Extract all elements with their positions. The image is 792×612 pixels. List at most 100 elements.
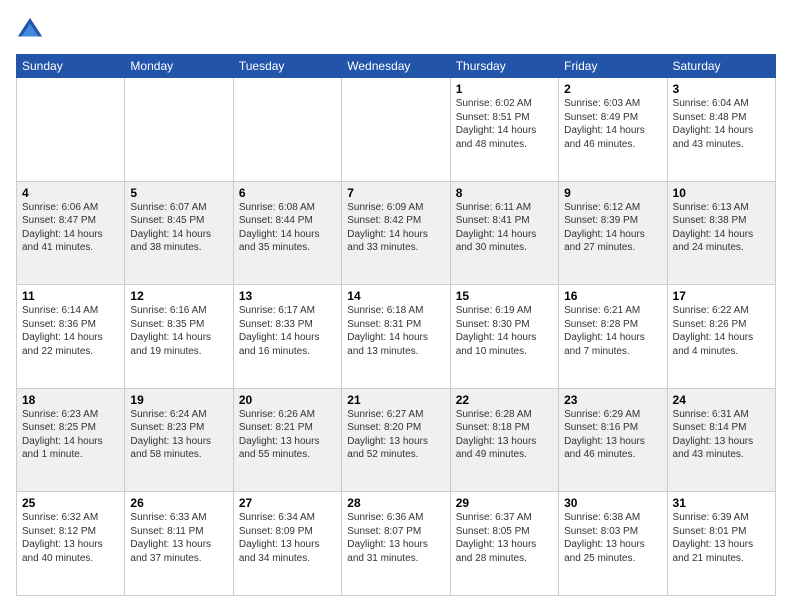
day-number: 10 bbox=[673, 186, 770, 200]
day-info: Sunrise: 6:38 AM Sunset: 8:03 PM Dayligh… bbox=[564, 511, 661, 565]
day-info: Sunrise: 6:29 AM Sunset: 8:16 PM Dayligh… bbox=[564, 408, 661, 462]
day-number: 27 bbox=[239, 496, 336, 510]
day-number: 14 bbox=[347, 289, 444, 303]
day-number: 26 bbox=[130, 496, 227, 510]
day-info: Sunrise: 6:11 AM Sunset: 8:41 PM Dayligh… bbox=[456, 201, 553, 255]
day-number: 20 bbox=[239, 393, 336, 407]
day-cell bbox=[233, 78, 341, 182]
day-cell: 2Sunrise: 6:03 AM Sunset: 8:49 PM Daylig… bbox=[559, 78, 667, 182]
calendar-header: SundayMondayTuesdayWednesdayThursdayFrid… bbox=[17, 55, 776, 78]
weekday-header-wednesday: Wednesday bbox=[342, 55, 450, 78]
week-row-1: 1Sunrise: 6:02 AM Sunset: 8:51 PM Daylig… bbox=[17, 78, 776, 182]
day-info: Sunrise: 6:07 AM Sunset: 8:45 PM Dayligh… bbox=[130, 201, 227, 255]
day-number: 30 bbox=[564, 496, 661, 510]
day-info: Sunrise: 6:03 AM Sunset: 8:49 PM Dayligh… bbox=[564, 97, 661, 151]
day-info: Sunrise: 6:02 AM Sunset: 8:51 PM Dayligh… bbox=[456, 97, 553, 151]
day-number: 13 bbox=[239, 289, 336, 303]
day-info: Sunrise: 6:27 AM Sunset: 8:20 PM Dayligh… bbox=[347, 408, 444, 462]
week-row-3: 11Sunrise: 6:14 AM Sunset: 8:36 PM Dayli… bbox=[17, 285, 776, 389]
day-number: 4 bbox=[22, 186, 119, 200]
day-cell: 8Sunrise: 6:11 AM Sunset: 8:41 PM Daylig… bbox=[450, 181, 558, 285]
day-cell: 6Sunrise: 6:08 AM Sunset: 8:44 PM Daylig… bbox=[233, 181, 341, 285]
day-info: Sunrise: 6:28 AM Sunset: 8:18 PM Dayligh… bbox=[456, 408, 553, 462]
day-number: 22 bbox=[456, 393, 553, 407]
day-info: Sunrise: 6:17 AM Sunset: 8:33 PM Dayligh… bbox=[239, 304, 336, 358]
day-cell: 27Sunrise: 6:34 AM Sunset: 8:09 PM Dayli… bbox=[233, 492, 341, 596]
day-number: 25 bbox=[22, 496, 119, 510]
logo bbox=[16, 16, 48, 44]
day-info: Sunrise: 6:24 AM Sunset: 8:23 PM Dayligh… bbox=[130, 408, 227, 462]
day-info: Sunrise: 6:33 AM Sunset: 8:11 PM Dayligh… bbox=[130, 511, 227, 565]
day-info: Sunrise: 6:26 AM Sunset: 8:21 PM Dayligh… bbox=[239, 408, 336, 462]
day-cell: 10Sunrise: 6:13 AM Sunset: 8:38 PM Dayli… bbox=[667, 181, 775, 285]
day-cell: 1Sunrise: 6:02 AM Sunset: 8:51 PM Daylig… bbox=[450, 78, 558, 182]
weekday-header-tuesday: Tuesday bbox=[233, 55, 341, 78]
day-cell: 20Sunrise: 6:26 AM Sunset: 8:21 PM Dayli… bbox=[233, 388, 341, 492]
day-number: 7 bbox=[347, 186, 444, 200]
day-info: Sunrise: 6:04 AM Sunset: 8:48 PM Dayligh… bbox=[673, 97, 770, 151]
week-row-2: 4Sunrise: 6:06 AM Sunset: 8:47 PM Daylig… bbox=[17, 181, 776, 285]
day-number: 15 bbox=[456, 289, 553, 303]
day-number: 19 bbox=[130, 393, 227, 407]
day-cell: 23Sunrise: 6:29 AM Sunset: 8:16 PM Dayli… bbox=[559, 388, 667, 492]
day-number: 16 bbox=[564, 289, 661, 303]
day-cell: 21Sunrise: 6:27 AM Sunset: 8:20 PM Dayli… bbox=[342, 388, 450, 492]
day-info: Sunrise: 6:23 AM Sunset: 8:25 PM Dayligh… bbox=[22, 408, 119, 462]
day-number: 9 bbox=[564, 186, 661, 200]
day-info: Sunrise: 6:34 AM Sunset: 8:09 PM Dayligh… bbox=[239, 511, 336, 565]
weekday-header-saturday: Saturday bbox=[667, 55, 775, 78]
header bbox=[16, 16, 776, 44]
day-cell bbox=[342, 78, 450, 182]
day-info: Sunrise: 6:08 AM Sunset: 8:44 PM Dayligh… bbox=[239, 201, 336, 255]
day-info: Sunrise: 6:06 AM Sunset: 8:47 PM Dayligh… bbox=[22, 201, 119, 255]
day-cell bbox=[17, 78, 125, 182]
day-info: Sunrise: 6:37 AM Sunset: 8:05 PM Dayligh… bbox=[456, 511, 553, 565]
day-number: 5 bbox=[130, 186, 227, 200]
day-info: Sunrise: 6:14 AM Sunset: 8:36 PM Dayligh… bbox=[22, 304, 119, 358]
day-number: 17 bbox=[673, 289, 770, 303]
day-info: Sunrise: 6:32 AM Sunset: 8:12 PM Dayligh… bbox=[22, 511, 119, 565]
day-cell: 31Sunrise: 6:39 AM Sunset: 8:01 PM Dayli… bbox=[667, 492, 775, 596]
day-info: Sunrise: 6:36 AM Sunset: 8:07 PM Dayligh… bbox=[347, 511, 444, 565]
weekday-header-sunday: Sunday bbox=[17, 55, 125, 78]
day-number: 12 bbox=[130, 289, 227, 303]
day-info: Sunrise: 6:39 AM Sunset: 8:01 PM Dayligh… bbox=[673, 511, 770, 565]
day-number: 24 bbox=[673, 393, 770, 407]
day-cell: 12Sunrise: 6:16 AM Sunset: 8:35 PM Dayli… bbox=[125, 285, 233, 389]
day-cell: 25Sunrise: 6:32 AM Sunset: 8:12 PM Dayli… bbox=[17, 492, 125, 596]
day-cell: 15Sunrise: 6:19 AM Sunset: 8:30 PM Dayli… bbox=[450, 285, 558, 389]
weekday-row: SundayMondayTuesdayWednesdayThursdayFrid… bbox=[17, 55, 776, 78]
day-number: 11 bbox=[22, 289, 119, 303]
page: SundayMondayTuesdayWednesdayThursdayFrid… bbox=[0, 0, 792, 612]
day-info: Sunrise: 6:13 AM Sunset: 8:38 PM Dayligh… bbox=[673, 201, 770, 255]
day-cell: 22Sunrise: 6:28 AM Sunset: 8:18 PM Dayli… bbox=[450, 388, 558, 492]
day-cell: 11Sunrise: 6:14 AM Sunset: 8:36 PM Dayli… bbox=[17, 285, 125, 389]
day-number: 6 bbox=[239, 186, 336, 200]
calendar-body: 1Sunrise: 6:02 AM Sunset: 8:51 PM Daylig… bbox=[17, 78, 776, 596]
day-info: Sunrise: 6:09 AM Sunset: 8:42 PM Dayligh… bbox=[347, 201, 444, 255]
day-number: 21 bbox=[347, 393, 444, 407]
week-row-5: 25Sunrise: 6:32 AM Sunset: 8:12 PM Dayli… bbox=[17, 492, 776, 596]
day-info: Sunrise: 6:22 AM Sunset: 8:26 PM Dayligh… bbox=[673, 304, 770, 358]
day-info: Sunrise: 6:19 AM Sunset: 8:30 PM Dayligh… bbox=[456, 304, 553, 358]
day-cell: 5Sunrise: 6:07 AM Sunset: 8:45 PM Daylig… bbox=[125, 181, 233, 285]
day-number: 28 bbox=[347, 496, 444, 510]
day-cell: 24Sunrise: 6:31 AM Sunset: 8:14 PM Dayli… bbox=[667, 388, 775, 492]
weekday-header-thursday: Thursday bbox=[450, 55, 558, 78]
day-cell: 3Sunrise: 6:04 AM Sunset: 8:48 PM Daylig… bbox=[667, 78, 775, 182]
logo-icon bbox=[16, 16, 44, 44]
day-info: Sunrise: 6:12 AM Sunset: 8:39 PM Dayligh… bbox=[564, 201, 661, 255]
day-cell: 4Sunrise: 6:06 AM Sunset: 8:47 PM Daylig… bbox=[17, 181, 125, 285]
day-cell: 18Sunrise: 6:23 AM Sunset: 8:25 PM Dayli… bbox=[17, 388, 125, 492]
day-number: 18 bbox=[22, 393, 119, 407]
day-number: 29 bbox=[456, 496, 553, 510]
day-info: Sunrise: 6:18 AM Sunset: 8:31 PM Dayligh… bbox=[347, 304, 444, 358]
day-cell: 30Sunrise: 6:38 AM Sunset: 8:03 PM Dayli… bbox=[559, 492, 667, 596]
day-cell bbox=[125, 78, 233, 182]
day-info: Sunrise: 6:16 AM Sunset: 8:35 PM Dayligh… bbox=[130, 304, 227, 358]
calendar-table: SundayMondayTuesdayWednesdayThursdayFrid… bbox=[16, 54, 776, 596]
day-cell: 9Sunrise: 6:12 AM Sunset: 8:39 PM Daylig… bbox=[559, 181, 667, 285]
day-number: 1 bbox=[456, 82, 553, 96]
day-number: 31 bbox=[673, 496, 770, 510]
day-cell: 19Sunrise: 6:24 AM Sunset: 8:23 PM Dayli… bbox=[125, 388, 233, 492]
